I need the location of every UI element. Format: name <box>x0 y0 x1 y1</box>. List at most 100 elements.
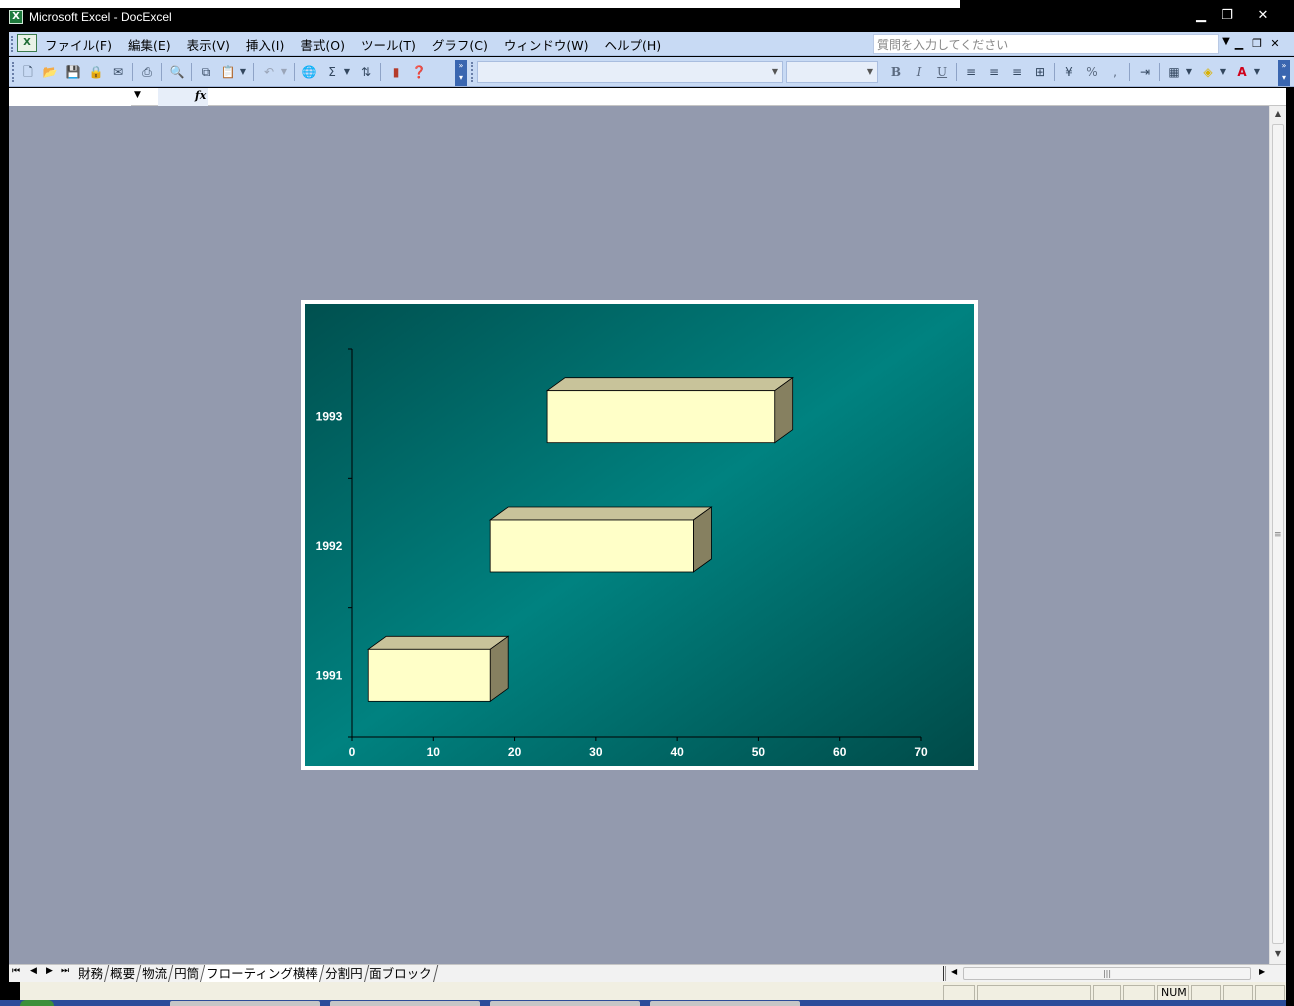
fill-color-dropdown-icon[interactable]: ▼ <box>1218 63 1228 81</box>
autosum-dropdown-icon[interactable]: ▼ <box>342 63 352 81</box>
font-size-combo[interactable]: ▼ <box>786 61 878 83</box>
sheet-tab[interactable]: 面ブロック <box>364 965 439 983</box>
x-tick-label: 10 <box>427 745 441 759</box>
help-icon[interactable]: ❓ <box>410 63 428 81</box>
toolbar: 🗋 📂 💾 🔒 ✉ ⎙ 🔍 ⧉ 📋 ▼ ↶ ▼ 🌐 Σ ▼ ⇅ ▮ ❓ » ▾ ▼… <box>9 57 1294 87</box>
sheet-tab[interactable]: フローティング横棒 <box>200 965 325 983</box>
vertical-scrollbar[interactable]: ▲ ≡ ▼ <box>1269 106 1286 964</box>
chart-wizard-icon[interactable]: ▮ <box>387 63 405 81</box>
bar-1993 <box>546 390 776 444</box>
start-button[interactable] <box>20 1000 54 1006</box>
y-tick-label: 1993 <box>316 410 343 424</box>
align-right-icon[interactable]: ≡ <box>1008 63 1026 81</box>
paste-dropdown-icon[interactable]: ▼ <box>238 63 248 81</box>
sheet-tab[interactable]: 円筒 <box>168 965 206 983</box>
minimize-button[interactable]: ▁ <box>1188 8 1214 26</box>
first-sheet-icon[interactable]: ⏮ <box>12 966 20 976</box>
taskbar-button[interactable] <box>650 1001 800 1006</box>
workbook-icon[interactable]: X <box>17 34 37 52</box>
borders-icon[interactable]: ▦ <box>1165 63 1183 81</box>
last-sheet-icon[interactable]: ⏭ <box>61 966 69 976</box>
font-color-dropdown-icon[interactable]: ▼ <box>1252 63 1262 81</box>
menu-item[interactable]: 表示(V) <box>187 35 230 54</box>
bar-top-face <box>488 506 713 521</box>
ask-question-input[interactable]: 質問を入力してください <box>873 34 1219 54</box>
research-icon[interactable]: 🔍 <box>168 63 186 81</box>
font-color-icon[interactable]: A <box>1233 63 1251 81</box>
toolbar-options-icon[interactable]: » ▾ <box>455 60 467 86</box>
menu-item[interactable]: ウィンドウ(W) <box>504 35 589 54</box>
currency-icon[interactable]: ¥ <box>1060 63 1078 81</box>
toolbar-options-icon[interactable]: » ▾ <box>1278 60 1290 86</box>
toolbar-grip[interactable] <box>12 62 15 82</box>
insert-function-button[interactable]: fx <box>195 89 206 102</box>
sheet-tab[interactable]: 物流 <box>136 965 174 983</box>
scroll-right-icon[interactable]: ▶ <box>1259 967 1265 976</box>
permission-icon[interactable]: 🔒 <box>87 63 105 81</box>
horizontal-scroll-thumb[interactable]: ||| <box>963 967 1251 980</box>
menu-item[interactable]: ツール(T) <box>361 35 416 54</box>
menu-item[interactable]: ファイル(F) <box>45 35 112 54</box>
sheet-tab[interactable]: 概要 <box>104 965 142 983</box>
taskbar-button[interactable] <box>330 1001 480 1006</box>
menu-item[interactable]: 挿入(I) <box>246 35 284 54</box>
bold-icon[interactable]: B <box>887 63 905 81</box>
sheet-tab[interactable]: 財務 <box>72 965 110 983</box>
prev-sheet-icon[interactable]: ◀ <box>30 966 37 976</box>
menu-item[interactable]: グラフ(C) <box>432 35 488 54</box>
comma-style-icon[interactable]: , <box>1106 63 1124 81</box>
toolbar-grip[interactable] <box>11 36 14 52</box>
new-file-icon[interactable]: 🗋 <box>19 63 37 81</box>
name-box-dropdown-icon[interactable]: ▼ <box>134 90 141 100</box>
next-sheet-icon[interactable]: ▶ <box>46 966 53 976</box>
increase-indent-icon[interactable]: ⇥ <box>1136 63 1154 81</box>
undo-dropdown-icon[interactable]: ▼ <box>279 63 289 81</box>
excel-app-icon[interactable]: X <box>9 10 23 24</box>
sort-ascending-icon[interactable]: ⇅ <box>357 63 375 81</box>
toolbar-grip[interactable] <box>471 62 474 82</box>
scroll-left-icon[interactable]: ◀ <box>951 967 957 976</box>
scroll-down-icon[interactable]: ▼ <box>1273 949 1283 961</box>
tab-split-handle[interactable] <box>943 966 946 981</box>
undo-icon[interactable]: ↶ <box>260 63 278 81</box>
doc-close-button[interactable]: ✕ <box>1267 37 1283 51</box>
align-center-icon[interactable]: ≡ <box>985 63 1003 81</box>
taskbar-button[interactable] <box>170 1001 320 1006</box>
taskbar-button[interactable] <box>490 1001 640 1006</box>
borders-dropdown-icon[interactable]: ▼ <box>1184 63 1194 81</box>
percent-icon[interactable]: % <box>1083 63 1101 81</box>
scroll-up-icon[interactable]: ▲ <box>1273 109 1283 121</box>
name-box[interactable] <box>9 88 131 106</box>
autosum-icon[interactable]: Σ <box>323 63 341 81</box>
close-button[interactable]: ✕ <box>1250 8 1276 26</box>
x-tick-label: 30 <box>589 745 603 759</box>
x-tick-label: 20 <box>508 745 522 759</box>
fill-color-icon[interactable]: ◈ <box>1199 63 1217 81</box>
font-name-combo[interactable]: ▼ <box>477 61 783 83</box>
x-tick-label: 50 <box>752 745 766 759</box>
hyperlink-icon[interactable]: 🌐 <box>300 63 318 81</box>
restore-button[interactable]: ❐ <box>1214 8 1240 26</box>
chart-svg: 0 10 20 30 40 50 60 70 1991 1992 1993 <box>305 304 974 766</box>
floating-bar-chart[interactable]: 0 10 20 30 40 50 60 70 1991 1992 1993 <box>305 304 974 766</box>
doc-minimize-button[interactable]: ▁ <box>1231 37 1247 51</box>
menu-item[interactable]: 編集(E) <box>128 35 171 54</box>
align-left-icon[interactable]: ≡ <box>962 63 980 81</box>
open-folder-icon[interactable]: 📂 <box>41 63 59 81</box>
menu-item[interactable]: ヘルプ(H) <box>604 35 661 54</box>
underline-icon[interactable]: U <box>933 63 951 81</box>
save-icon[interactable]: 💾 <box>64 63 82 81</box>
y-tick-label: 1991 <box>316 668 343 682</box>
italic-icon[interactable]: I <box>910 63 928 81</box>
status-cell <box>943 985 975 1001</box>
copy-icon[interactable]: ⧉ <box>197 63 215 81</box>
doc-restore-button[interactable]: ❐ <box>1249 37 1265 51</box>
merge-center-icon[interactable]: ⊞ <box>1031 63 1049 81</box>
paste-icon[interactable]: 📋 <box>219 63 237 81</box>
sheet-tab[interactable]: 分割円 <box>319 965 369 983</box>
horizontal-scrollbar[interactable]: ◀ ||| ▶ <box>943 966 1273 981</box>
email-icon[interactable]: ✉ <box>109 63 127 81</box>
x-tick-label: 40 <box>670 745 684 759</box>
menu-item[interactable]: 書式(O) <box>300 35 345 54</box>
print-icon[interactable]: ⎙ <box>138 63 156 81</box>
